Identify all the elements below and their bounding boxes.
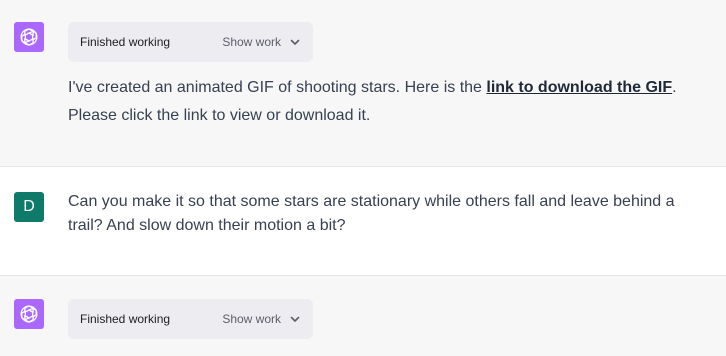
- openai-logo-icon: [14, 22, 44, 52]
- show-work-label: Show work: [222, 312, 281, 326]
- show-work-label: Show work: [222, 35, 281, 49]
- user-avatar: D: [14, 192, 44, 222]
- show-work-button[interactable]: Show work: [222, 35, 301, 49]
- user-message-text: Can you make it so that some stars are s…: [68, 193, 675, 234]
- download-gif-link[interactable]: link to download the GIF: [486, 79, 672, 96]
- chevron-down-icon: [289, 36, 301, 48]
- show-work-button[interactable]: Show work: [222, 312, 301, 326]
- chevron-down-icon: [289, 313, 301, 325]
- work-status-label: Finished working: [80, 35, 171, 49]
- work-status-label: Finished working: [80, 312, 171, 326]
- assistant-message-text: I've created an animated GIF of shooting…: [68, 74, 708, 130]
- work-status-pill[interactable]: Finished working Show work: [68, 22, 313, 62]
- message-text-before-link: I've created an animated GIF of shooting…: [68, 79, 487, 96]
- assistant-message-2: Finished working Show work: [0, 276, 726, 356]
- work-status-pill[interactable]: Finished working Show work: [68, 299, 313, 339]
- user-message: D Can you make it so that some stars are…: [0, 167, 726, 275]
- assistant-message-1: Finished working Show work I've created …: [0, 0, 726, 166]
- openai-logo-icon: [14, 299, 44, 329]
